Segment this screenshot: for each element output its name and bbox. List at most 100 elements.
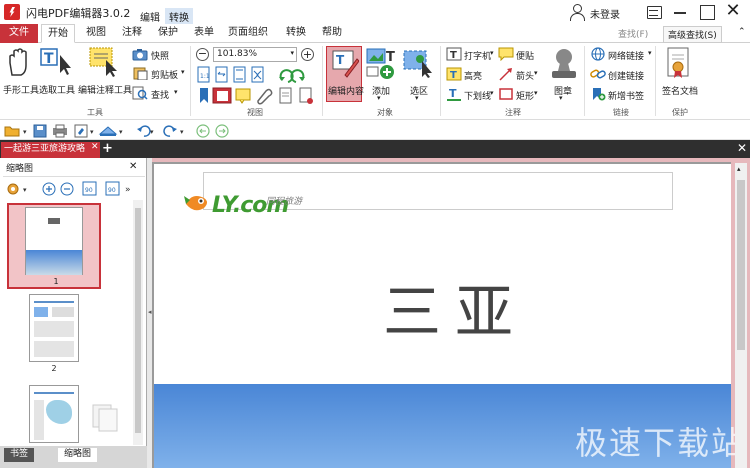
edit-content-icon: T	[332, 50, 359, 78]
login-status[interactable]: 未登录	[590, 6, 620, 21]
edit-content-label[interactable]: 编辑内容	[328, 84, 364, 97]
zoom-in-icon[interactable]: +	[301, 48, 314, 61]
thumbnail-image-3	[29, 385, 79, 443]
separator	[584, 46, 585, 116]
new-tab-icon[interactable]: +	[102, 141, 113, 156]
web-link-icon[interactable]	[590, 47, 606, 61]
zoom-field[interactable]: 101.83% ▾	[213, 47, 297, 62]
tab-file[interactable]: 文件	[0, 24, 38, 43]
stamp-dropdown-icon[interactable]: ▾	[559, 94, 563, 102]
zoom-dropdown-icon[interactable]: ▾	[290, 49, 294, 57]
tab-form[interactable]: 表单	[188, 24, 220, 43]
zoom-out-icon[interactable]: −	[196, 48, 209, 61]
find-dropdown-icon[interactable]: ▾	[174, 88, 178, 96]
tab-bookmarks[interactable]: 书签	[4, 448, 35, 462]
rectangle-label[interactable]: 矩形	[516, 89, 534, 102]
close-button[interactable]: ✕	[722, 2, 744, 22]
user-icon[interactable]	[569, 3, 585, 21]
add-object-icon[interactable]: T	[366, 47, 398, 81]
clipboard-label[interactable]: 剪贴板	[151, 68, 178, 81]
tab-start[interactable]: 开始	[41, 24, 75, 43]
tab-convert[interactable]: 转换	[280, 24, 312, 43]
thumbnail-image-1	[25, 207, 83, 275]
tab-page-organize[interactable]: 页面组织	[222, 24, 274, 43]
find-link[interactable]: 查找(F)	[618, 27, 648, 40]
svg-text:T: T	[449, 87, 457, 100]
underline-dropdown-icon[interactable]: ▾	[490, 89, 494, 97]
select-tool-icon[interactable]: T	[40, 47, 74, 77]
document-tab[interactable]: 一起游三亚旅游攻略	[1, 142, 100, 158]
find-icon[interactable]	[132, 86, 148, 100]
note-label[interactable]: 便贴	[516, 49, 534, 62]
tab-view[interactable]: 视图	[80, 24, 112, 43]
sticky-note-icon[interactable]	[498, 47, 514, 61]
underline-label[interactable]: 下划线	[464, 89, 491, 102]
select-area-icon[interactable]	[402, 47, 434, 79]
clipboard-icon[interactable]	[132, 66, 148, 80]
close-all-tabs-icon[interactable]: ✕	[737, 141, 747, 155]
quick-access-icons[interactable]: ▾ ▾ ▾ ▾ ▾	[4, 123, 234, 138]
snapshot-label[interactable]: 快照	[151, 49, 169, 62]
context-tab-convert[interactable]: 转换	[165, 8, 193, 25]
highlight-icon[interactable]: T	[446, 67, 462, 81]
rectangle-dropdown-icon[interactable]: ▾	[534, 89, 538, 97]
tab-annotate[interactable]: 注释	[116, 24, 148, 43]
context-tab-edit[interactable]: 编辑	[136, 8, 164, 25]
add-dropdown-icon[interactable]: ▾	[377, 94, 381, 102]
view-page-icons[interactable]: 1:1	[196, 66, 316, 84]
typewriter-label[interactable]: 打字机	[464, 49, 491, 62]
select-area-label[interactable]: 选区	[410, 84, 428, 97]
add-label[interactable]: 添加	[372, 84, 390, 97]
maximize-button[interactable]	[696, 2, 718, 22]
advanced-find-button[interactable]: 高级查找(S)	[663, 26, 722, 43]
stamp-label[interactable]: 图章	[554, 84, 572, 97]
scroll-up-icon[interactable]: ▴	[737, 165, 741, 173]
select-area-dropdown-icon[interactable]: ▾	[415, 94, 419, 102]
underline-icon[interactable]: T	[446, 87, 462, 101]
collapse-ribbon-icon[interactable]: ⌃	[738, 27, 746, 37]
stamp-icon[interactable]	[548, 47, 580, 81]
separator	[655, 46, 656, 116]
minimize-button[interactable]	[669, 2, 691, 22]
typewriter-icon[interactable]: T	[446, 47, 462, 61]
new-bookmark-label[interactable]: 新增书签	[608, 89, 644, 102]
thumbnail-page-2[interactable]: 2	[7, 292, 101, 378]
create-link-icon[interactable]	[590, 67, 606, 81]
tab-protect[interactable]: 保护	[152, 24, 184, 43]
arrow-icon[interactable]	[498, 67, 514, 81]
thumbnail-page-1[interactable]: 1	[7, 203, 101, 289]
window-menu-button[interactable]	[643, 2, 665, 22]
highlight-label[interactable]: 高亮	[464, 69, 482, 82]
camera-icon[interactable]	[132, 48, 148, 61]
rectangle-icon[interactable]	[498, 87, 514, 101]
thumbnail-toolbar-icons[interactable]: ▾ 90 90 »	[3, 178, 143, 200]
new-bookmark-icon[interactable]	[590, 87, 606, 101]
sign-document-label[interactable]: 签名文档	[662, 84, 698, 97]
annotate-tool-label[interactable]: 编辑注释工具	[78, 83, 132, 96]
tab-help[interactable]: 帮助	[316, 24, 348, 43]
view-tool-icons[interactable]	[196, 87, 321, 105]
document-scrollbar-thumb[interactable]	[737, 180, 745, 350]
select-tool-label[interactable]: 选取工具	[39, 83, 75, 96]
annotate-tool-icon[interactable]	[86, 46, 120, 78]
document-tab-close-icon[interactable]: ✕	[91, 142, 99, 152]
find-label[interactable]: 查找	[151, 88, 169, 101]
panel-close-icon[interactable]: ✕	[129, 161, 137, 172]
arrow-dropdown-icon[interactable]: ▾	[534, 69, 538, 77]
hand-tool-icon[interactable]	[6, 47, 32, 77]
hand-tool-label[interactable]: 手形工具	[3, 83, 39, 96]
zoom-value: 101.83%	[217, 49, 258, 59]
app-logo-icon	[4, 4, 20, 20]
thumbnail-page-3[interactable]	[7, 383, 118, 445]
clipboard-dropdown-icon[interactable]: ▾	[181, 68, 185, 76]
splitter-arrow-icon[interactable]: ◂	[148, 308, 152, 316]
typewriter-dropdown-icon[interactable]: ▾	[490, 49, 494, 57]
web-link-label[interactable]: 网络链接	[608, 49, 644, 62]
svg-text:▾: ▾	[90, 128, 94, 136]
thumbnail-scrollbar-thumb[interactable]	[135, 208, 141, 433]
create-link-label[interactable]: 创建链接	[608, 69, 644, 82]
web-link-dropdown-icon[interactable]: ▾	[648, 49, 652, 57]
sign-document-icon[interactable]	[666, 47, 692, 81]
arrow-label[interactable]: 箭头	[516, 69, 534, 82]
tab-thumbnails[interactable]: 缩略图	[58, 448, 98, 462]
